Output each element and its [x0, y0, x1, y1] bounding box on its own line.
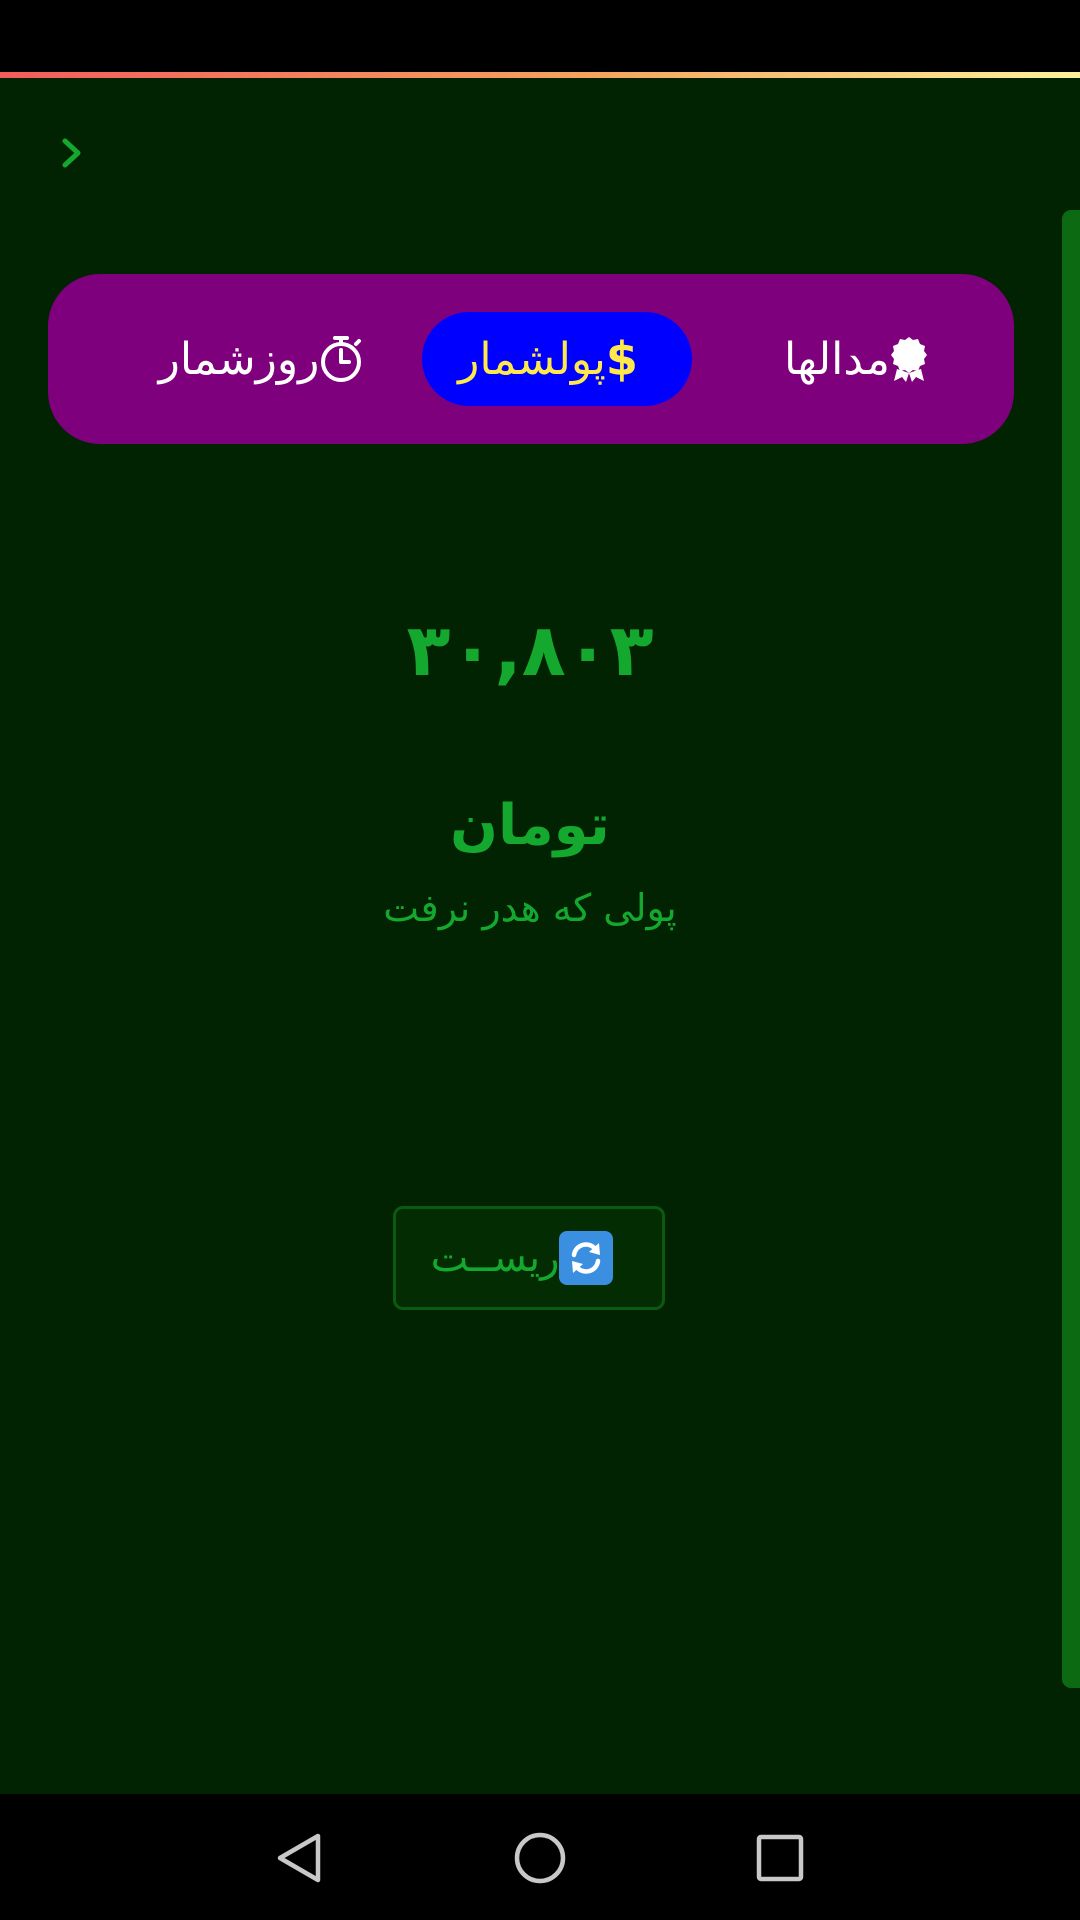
medal-icon	[890, 335, 928, 383]
recents-square-icon	[756, 1834, 804, 1882]
saved-amount: ۳۰,۸۰۳	[406, 608, 654, 692]
stopwatch-icon	[319, 334, 363, 384]
currency-label: تومان	[450, 793, 610, 858]
system-navigation-bar	[0, 1794, 1080, 1920]
nav-back-button[interactable]	[264, 1822, 336, 1894]
chevron-right-icon	[62, 138, 81, 168]
status-bar	[0, 0, 1080, 72]
dollar-icon: $	[605, 332, 638, 386]
back-triangle-icon	[277, 1833, 321, 1883]
nav-home-button[interactable]	[504, 1822, 576, 1894]
app-content: مدالها $ پولشمار روزشمار ۳۰,۸۰۳ تومان پو…	[0, 78, 1080, 1794]
nav-recents-button[interactable]	[744, 1822, 816, 1894]
subtitle: پولی که هدر نرفت	[383, 886, 677, 930]
tab-medals-label: مدالها	[784, 333, 890, 385]
refresh-icon	[559, 1231, 614, 1285]
tab-medals[interactable]: مدالها	[748, 312, 978, 406]
reset-label: ریســت	[430, 1235, 560, 1281]
tab-money[interactable]: $ پولشمار	[422, 312, 692, 406]
reset-button[interactable]: ریســت	[393, 1206, 665, 1310]
home-circle-icon	[514, 1832, 566, 1884]
back-button[interactable]	[52, 129, 92, 177]
tab-bar: مدالها $ پولشمار روزشمار	[48, 274, 1014, 444]
scrollbar[interactable]	[1062, 210, 1080, 1688]
tab-money-label: پولشمار	[458, 333, 606, 385]
screen: مدالها $ پولشمار روزشمار ۳۰,۸۰۳ تومان پو…	[0, 0, 1080, 1920]
tab-days-label: روزشمار	[158, 333, 320, 385]
tab-days[interactable]: روزشمار	[148, 312, 388, 406]
